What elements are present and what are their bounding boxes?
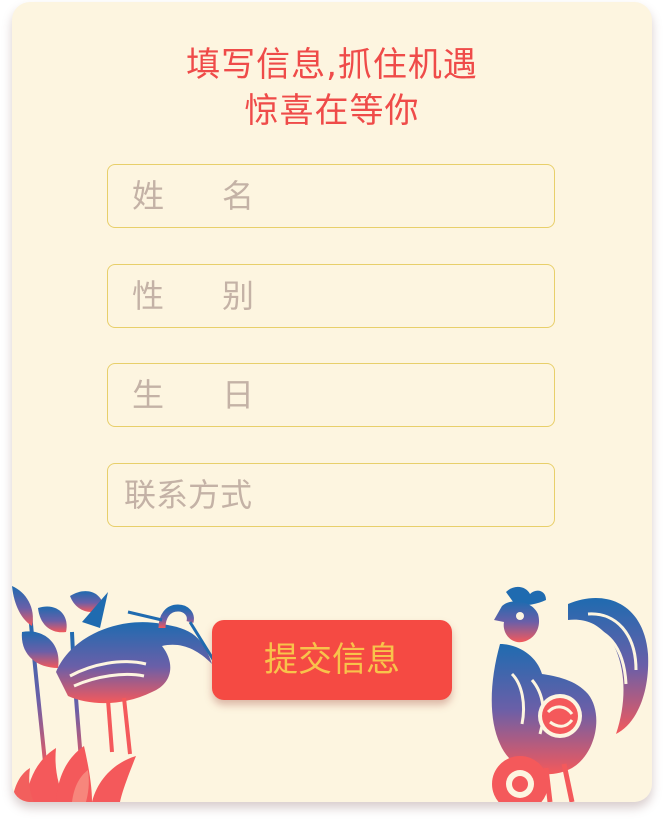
birthday-placeholder-char-1: 生: [132, 376, 165, 414]
gender-placeholder-char-1: 性: [132, 277, 165, 315]
submit-button[interactable]: 提交信息: [212, 620, 452, 700]
birthday-field[interactable]: 生 日: [107, 363, 555, 427]
name-placeholder-char-1: 姓: [132, 177, 165, 215]
gender-placeholder-char-2: 别: [222, 277, 255, 315]
headline: 填写信息,抓住机遇 惊喜在等你: [12, 42, 652, 134]
headline-line-1: 填写信息,抓住机遇: [186, 45, 478, 85]
contact-placeholder: 联系方式: [124, 476, 253, 514]
name-field[interactable]: 姓 名: [107, 164, 555, 228]
birthday-placeholder-char-2: 日: [222, 376, 255, 414]
headline-line-2: 惊喜在等你: [244, 91, 420, 131]
gender-field[interactable]: 性 别: [107, 264, 555, 328]
crane-lotus-papercut-icon: [12, 586, 218, 802]
rooster-papercut-icon: [491, 586, 649, 802]
name-placeholder-char-2: 名: [222, 177, 255, 215]
contact-field[interactable]: 联系方式: [107, 463, 555, 527]
signup-card: 填写信息,抓住机遇 惊喜在等你 姓 名 性 别 生 日 联系方式 提交信息: [12, 2, 652, 802]
